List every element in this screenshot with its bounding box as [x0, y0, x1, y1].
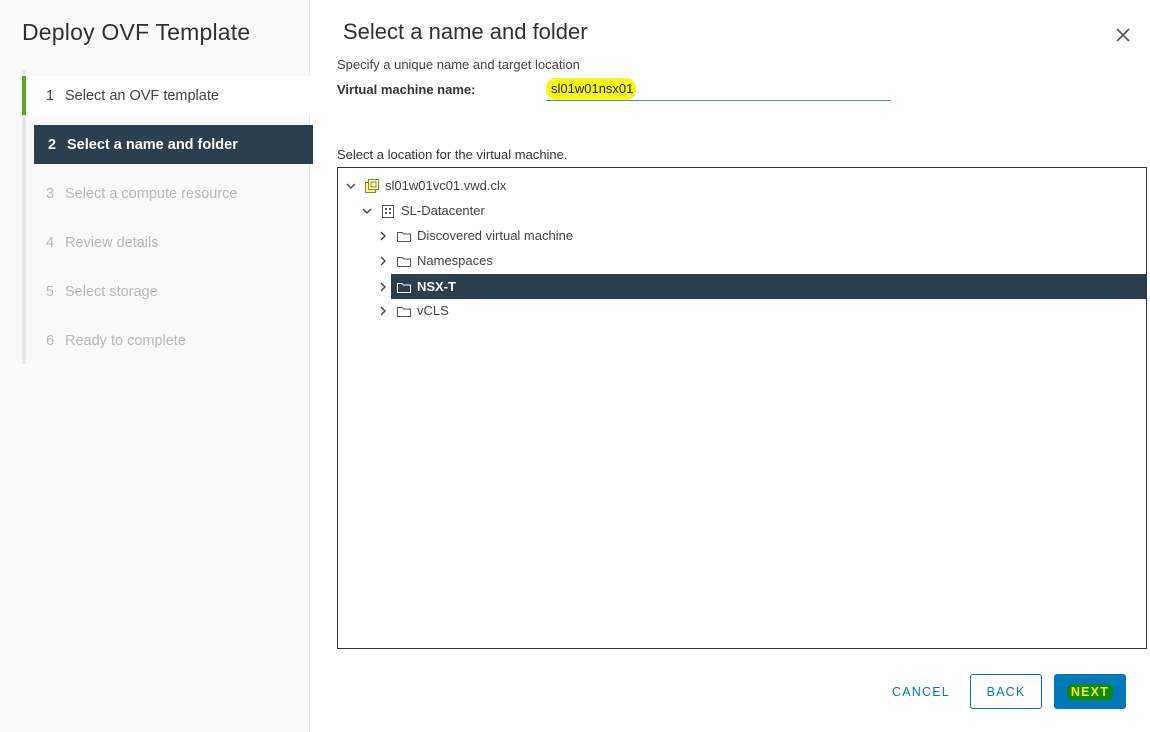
folder-icon	[396, 228, 412, 244]
chevron-down-icon[interactable]	[344, 179, 358, 193]
page-subtitle: Specify a unique name and target locatio…	[337, 57, 580, 72]
chevron-right-icon[interactable]	[376, 229, 390, 243]
location-tree: sl01w01vc01.vwd.clx SL-Datacenter Discov…	[337, 167, 1147, 649]
folder-icon	[396, 253, 412, 269]
vcenter-icon	[364, 178, 380, 194]
location-label: Select a location for the virtual machin…	[337, 147, 568, 162]
step-number: 1	[46, 87, 55, 104]
step-number: 6	[46, 332, 55, 349]
close-icon[interactable]	[1112, 24, 1134, 46]
step-select-storage: 5 Select storage	[26, 272, 310, 311]
chevron-right-icon[interactable]	[376, 254, 390, 268]
tree-node-label: Discovered virtual machine	[417, 228, 574, 243]
tree-node-folder-selected[interactable]: NSX-T	[376, 274, 456, 299]
step-number: 5	[46, 283, 55, 300]
tree-node-folder[interactable]: Namespaces	[376, 248, 493, 273]
step-number: 4	[46, 234, 55, 251]
wizard-sidebar: Deploy OVF Template 1 Select an OVF temp…	[0, 0, 313, 732]
next-button[interactable]: NEXT	[1054, 674, 1126, 709]
tree-node-label: NSX-T	[417, 279, 456, 294]
vm-name-input[interactable]	[546, 77, 891, 99]
step-select-ovf-template[interactable]: 1 Select an OVF template	[22, 76, 310, 115]
next-button-label: NEXT	[1066, 683, 1114, 700]
step-label: Select an OVF template	[65, 87, 219, 104]
step-select-compute-resource: 3 Select a compute resource	[26, 174, 310, 213]
step-label: Review details	[65, 234, 159, 251]
chevron-down-icon[interactable]	[360, 204, 374, 218]
step-label: Select storage	[65, 283, 158, 300]
step-label: Select a compute resource	[65, 185, 238, 202]
tree-node-label: Namespaces	[417, 253, 493, 268]
tree-node-vcenter[interactable]: sl01w01vc01.vwd.clx	[344, 173, 506, 198]
tree-node-folder[interactable]: Discovered virtual machine	[376, 223, 573, 248]
step-select-name-folder[interactable]: 2 Select a name and folder	[34, 125, 313, 164]
wizard-steps: 1 Select an OVF template 2 Select a name…	[22, 70, 313, 364]
vm-name-label: Virtual machine name:	[337, 82, 476, 97]
step-review-details: 4 Review details	[26, 223, 310, 262]
selected-row-background	[391, 274, 1146, 299]
vm-name-field-wrapper	[546, 76, 891, 101]
tree-node-label: SL-Datacenter	[401, 203, 485, 218]
wizard-title: Deploy OVF Template	[22, 19, 251, 45]
tree-node-label: vCLS	[417, 303, 449, 318]
chevron-right-icon[interactable]	[376, 304, 390, 318]
tree-node-datacenter[interactable]: SL-Datacenter	[360, 198, 485, 223]
step-label: Select a name and folder	[67, 136, 238, 153]
step-number: 3	[46, 185, 55, 202]
tree-node-label: sl01w01vc01.vwd.clx	[385, 178, 507, 193]
back-button[interactable]: BACK	[970, 674, 1042, 709]
step-label: Ready to complete	[65, 332, 186, 349]
tree-node-folder[interactable]: vCLS	[376, 298, 449, 323]
page-title: Select a name and folder	[343, 19, 588, 44]
chevron-right-icon[interactable]	[376, 280, 390, 294]
step-number: 2	[48, 136, 57, 153]
cancel-button[interactable]: CANCEL	[885, 674, 957, 709]
folder-icon	[396, 279, 412, 295]
step-ready-to-complete: 6 Ready to complete	[26, 321, 310, 360]
datacenter-icon	[380, 203, 396, 219]
folder-icon	[396, 303, 412, 319]
